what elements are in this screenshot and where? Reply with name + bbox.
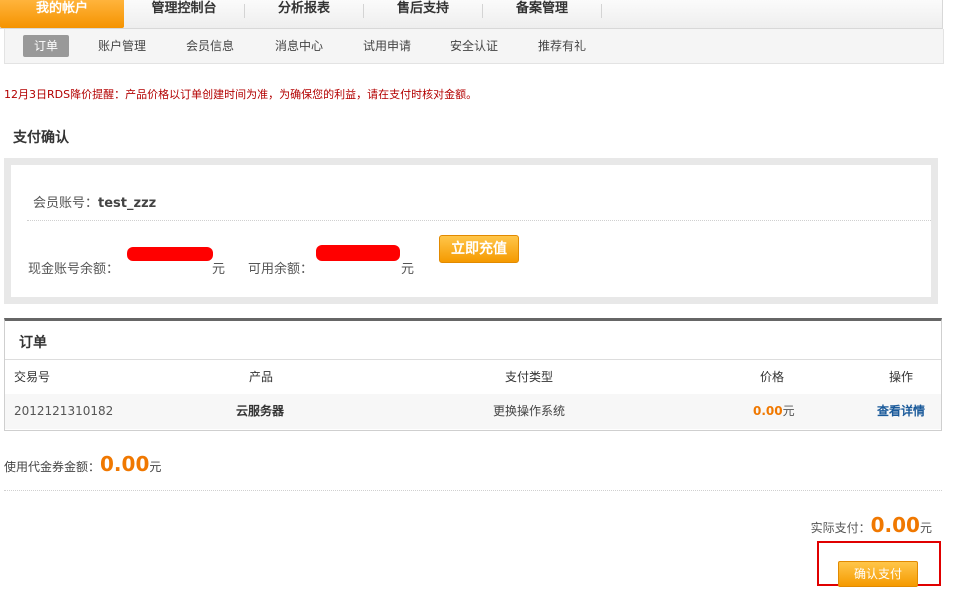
tab-my-account[interactable]: 我的帐户: [0, 0, 124, 28]
subnav-account-management[interactable]: 账户管理: [89, 35, 155, 57]
product-name: 云服务器: [236, 404, 285, 418]
recharge-now-button[interactable]: 立即充值: [439, 235, 519, 263]
column-header-pay-type: 支付类型: [505, 370, 554, 384]
subnav-member-info[interactable]: 会员信息: [177, 35, 243, 57]
column-header-product: 产品: [249, 370, 274, 384]
actual-payment-label: 实际支付：: [810, 521, 871, 535]
view-details-link[interactable]: 查看详情: [877, 394, 925, 428]
actual-payment-amount: 0.00: [870, 513, 920, 537]
subnav-trial-application[interactable]: 试用申请: [354, 35, 420, 57]
member-account-label: 会员账号：: [33, 196, 99, 211]
divider: [27, 220, 931, 221]
coupon-label: 使用代金券金额：: [4, 460, 101, 474]
sub-navigation: 订单 账户管理 会员信息 消息中心 试用申请 安全认证 推荐有礼: [4, 29, 944, 64]
orders-table-header: 交易号 产品 支付类型 价格 操作: [5, 359, 941, 395]
coupon-currency: 元: [149, 460, 162, 474]
price-notice: 12月3日RDS降价提醒：产品价格以订单创建时间为准，为确保您的利益，请在支付时…: [4, 88, 478, 101]
coupon-amount: 0.00: [100, 452, 150, 476]
nav-divider: [601, 4, 602, 18]
actual-payment-currency: 元: [919, 521, 932, 535]
actual-payment-row: 实际支付：0.00元: [811, 513, 932, 537]
subnav-orders[interactable]: 订单: [23, 35, 69, 57]
table-row: 2012121310182 云服务器 更换操作系统 0.00元 查看详情: [5, 394, 941, 429]
cash-balance-label: 现金账号余额：: [28, 262, 120, 277]
tab-support[interactable]: 售后支持: [364, 0, 482, 28]
cash-balance-currency: 元: [212, 262, 226, 277]
column-header-price: 价格: [760, 370, 785, 384]
coupon-amount-row: 使用代金券金额：0.00元: [4, 452, 161, 476]
column-header-action: 操作: [889, 370, 914, 384]
account-summary-panel: 会员账号：test_zzz 现金账号余额： 元 可用余额： 元 立即充值: [4, 158, 938, 304]
price-value: 0.00: [753, 404, 783, 418]
cash-balance-redaction: [127, 247, 213, 261]
available-balance-label: 可用余额：: [248, 262, 314, 277]
transaction-id: 2012121310182: [14, 404, 114, 418]
price-cell: 0.00元: [753, 394, 795, 428]
confirm-payment-button[interactable]: 确认支付: [838, 561, 918, 587]
subnav-referral-rewards[interactable]: 推荐有礼: [529, 35, 595, 57]
column-header-transaction-id: 交易号: [14, 370, 51, 384]
divider: [4, 490, 942, 491]
subnav-security-verification[interactable]: 安全认证: [441, 35, 507, 57]
price-currency: 元: [782, 404, 795, 418]
pay-type: 更换操作系统: [493, 404, 566, 418]
orders-title: 订单: [19, 335, 47, 351]
tab-console[interactable]: 管理控制台: [124, 0, 244, 28]
subnav-message-center[interactable]: 消息中心: [266, 35, 332, 57]
payment-confirm-title: 支付确认: [13, 130, 69, 146]
available-balance-redaction: [316, 245, 400, 261]
available-balance-currency: 元: [401, 262, 415, 277]
orders-panel: 订单 交易号 产品 支付类型 价格 操作 2012121310182 云服务器 …: [4, 318, 942, 431]
tab-reports[interactable]: 分析报表: [245, 0, 363, 28]
member-account-value: test_zzz: [98, 196, 157, 211]
member-account-row: 会员账号：test_zzz: [33, 192, 156, 211]
top-navigation: 我的帐户 管理控制台 分析报表 售后支持 备案管理: [0, 0, 943, 29]
tab-icp-filing[interactable]: 备案管理: [483, 0, 601, 28]
